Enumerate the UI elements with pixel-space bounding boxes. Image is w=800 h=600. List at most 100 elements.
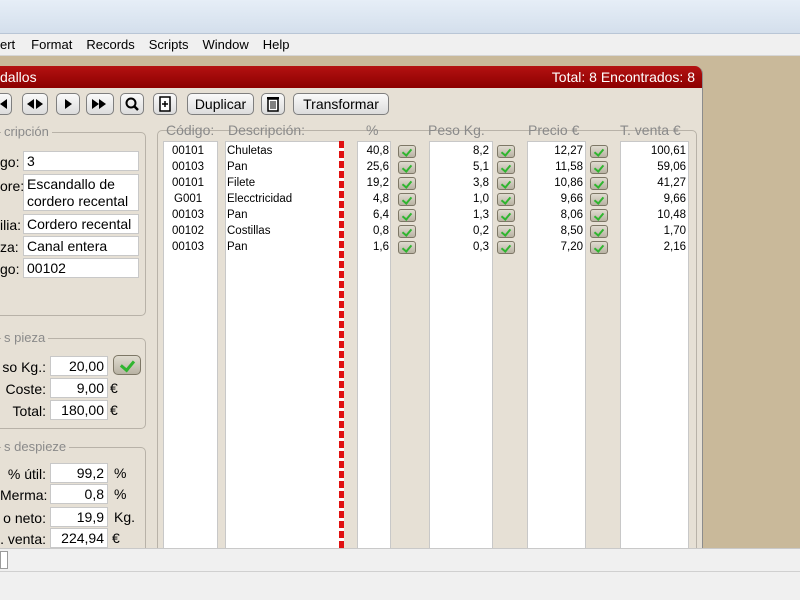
row-peso-checkbox[interactable] (497, 209, 515, 222)
row-precio-checkbox[interactable] (590, 241, 608, 254)
row-descripcion: Pan (227, 241, 248, 253)
row-peso-checkbox[interactable] (497, 193, 515, 206)
row-peso: 5,1 (473, 161, 489, 173)
row-precio-checkbox[interactable] (590, 177, 608, 190)
peso-neto-label: o neto: (3, 510, 46, 526)
row-precio-checkbox[interactable] (590, 145, 608, 158)
coste-field[interactable]: 9,00 (50, 378, 108, 398)
codigo-field[interactable]: 3 (23, 151, 139, 171)
magnifier-icon (125, 97, 139, 111)
last-record-button[interactable] (86, 93, 114, 115)
total-unit: € (110, 402, 118, 418)
menu-records[interactable]: Records (86, 34, 144, 56)
row-pct-checkbox[interactable] (398, 209, 416, 222)
coste-unit: € (110, 380, 118, 396)
row-pct: 40,8 (366, 145, 389, 157)
status-bar (0, 548, 800, 600)
delete-button[interactable] (261, 93, 285, 115)
row-peso-checkbox[interactable] (497, 241, 515, 254)
familia-label: ilia: (0, 217, 22, 233)
row-peso-checkbox[interactable] (497, 225, 515, 238)
first-record-button[interactable] (0, 93, 12, 115)
despiece-group-title: s despieze (1, 439, 70, 454)
row-peso: 1,3 (473, 209, 489, 221)
row-pct-checkbox[interactable] (398, 225, 416, 238)
codigo-label: go: (0, 154, 20, 170)
new-record-button[interactable] (153, 93, 177, 115)
row-pct-checkbox[interactable] (398, 193, 416, 206)
peso-neto-field[interactable]: 19,9 (50, 507, 108, 527)
row-precio: 7,20 (560, 241, 583, 253)
total-venta-unit: € (112, 530, 120, 546)
util-field[interactable]: 99,2 (50, 463, 108, 483)
row-precio-checkbox[interactable] (590, 193, 608, 206)
row-pct-checkbox[interactable] (398, 241, 416, 254)
row-precio-checkbox[interactable] (590, 209, 608, 222)
row-descripcion: Filete (227, 177, 256, 189)
pieza-field[interactable]: Canal entera (23, 236, 139, 256)
next-record-button[interactable] (56, 93, 80, 115)
row-codigo: 00101 (172, 177, 204, 189)
menu-window[interactable]: Window (203, 34, 259, 56)
row-pct: 6,4 (373, 209, 389, 221)
menu-bar: ert Format Records Scripts Window Help (0, 34, 800, 56)
peso-kg-field[interactable]: 20,00 (50, 356, 108, 376)
pieza-label: za: (0, 239, 19, 255)
row-peso-checkbox[interactable] (497, 145, 515, 158)
row-codigo: 00101 (172, 145, 204, 157)
row-tventa: 59,06 (657, 161, 686, 173)
col-header-precio: Precio € (528, 122, 580, 138)
row-tventa: 10,48 (657, 209, 686, 221)
row-peso-checkbox[interactable] (497, 161, 515, 174)
row-precio: 9,66 (560, 193, 583, 205)
menu-scripts[interactable]: Scripts (149, 34, 199, 56)
peso-confirm-checkbox[interactable] (113, 355, 141, 375)
window-title-bar[interactable]: dallos Total: 8 Encontrados: 8 (0, 66, 702, 88)
row-precio-checkbox[interactable] (590, 225, 608, 238)
row-precio-checkbox[interactable] (590, 161, 608, 174)
record-count-status: Total: 8 Encontrados: 8 (551, 69, 695, 85)
total-venta-label: . venta: (0, 531, 46, 547)
status-bar-cell (0, 551, 8, 569)
menu-insert[interactable]: ert (0, 34, 25, 56)
status-bar-divider (0, 571, 800, 572)
row-codigo: 00102 (172, 225, 204, 237)
row-tventa: 2,16 (663, 241, 686, 253)
nombre-field[interactable]: Escandallo de cordero recental (23, 174, 139, 211)
duplicate-button[interactable]: Duplicar (187, 93, 254, 115)
row-tventa: 41,27 (657, 177, 686, 189)
total-field[interactable]: 180,00 (50, 400, 108, 420)
row-pct-checkbox[interactable] (398, 145, 416, 158)
row-pct: 4,8 (373, 193, 389, 205)
row-peso: 8,2 (473, 145, 489, 157)
row-codigo: G001 (174, 193, 203, 205)
merma-field[interactable]: 0,8 (50, 484, 108, 504)
peso-neto-unit: Kg. (114, 509, 136, 525)
util-label: % útil: (7, 466, 46, 482)
transform-button[interactable]: Transformar (293, 93, 389, 115)
col-header-tventa: T. venta € (620, 122, 681, 138)
menu-format[interactable]: Format (31, 34, 82, 56)
coste-label: Coste: (5, 381, 46, 397)
row-pct-checkbox[interactable] (398, 161, 416, 174)
familia-field[interactable]: Cordero recental (23, 214, 139, 234)
row-descripcion: Costillas (227, 225, 271, 237)
row-peso: 3,8 (473, 177, 489, 189)
row-pct: 19,2 (366, 177, 389, 189)
row-pct-checkbox[interactable] (398, 177, 416, 190)
trash-icon (267, 97, 279, 112)
row-descripcion: Chuletas (227, 145, 273, 157)
codigo-pieza-field[interactable]: 00102 (23, 258, 139, 278)
row-peso-checkbox[interactable] (497, 177, 515, 190)
menu-help[interactable]: Help (263, 34, 300, 56)
row-codigo: 00103 (172, 161, 204, 173)
prev-next-button[interactable] (22, 93, 48, 115)
row-peso: 0,2 (473, 225, 489, 237)
row-precio: 8,06 (560, 209, 583, 221)
col-header-peso: Peso Kg. (428, 122, 485, 138)
row-descripcion: Pan (227, 209, 248, 221)
description-group-title: cripción (1, 124, 52, 139)
total-venta-field[interactable]: 224,94 (50, 528, 108, 548)
row-pct: 25,6 (366, 161, 389, 173)
find-button[interactable] (120, 93, 144, 115)
